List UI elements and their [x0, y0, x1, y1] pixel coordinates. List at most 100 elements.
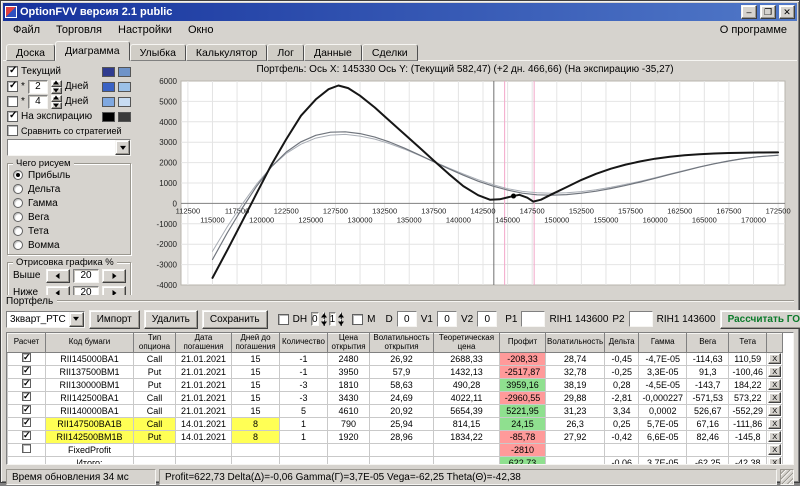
expiration-checkbox[interactable] [7, 111, 18, 122]
column-header[interactable]: Вега [687, 334, 729, 353]
spin-down-icon[interactable] [340, 319, 342, 326]
save-button[interactable]: Сохранить [202, 310, 268, 329]
dropdown-arrow-icon[interactable] [115, 140, 130, 155]
row-delete-button[interactable]: X [768, 405, 781, 416]
maximize-button[interactable]: ❐ [760, 5, 776, 19]
tab-item[interactable]: Сделки [362, 44, 418, 61]
days2-checkbox[interactable] [7, 81, 18, 92]
profit-chart[interactable]: 6000500040003000200010000-1000-2000-3000… [135, 77, 791, 289]
row-delete-button[interactable]: X [768, 431, 781, 442]
v1-input[interactable] [437, 311, 457, 327]
current-checkbox[interactable] [7, 66, 18, 77]
spin-up-icon[interactable] [51, 80, 62, 87]
draw-option[interactable]: Гамма [13, 196, 126, 210]
column-header[interactable]: Тип опциона [134, 334, 176, 353]
spin-down-icon[interactable] [323, 319, 325, 326]
row-delete-button[interactable]: X [768, 366, 781, 377]
menu-item[interactable]: Торговля [48, 23, 110, 37]
row-delete-button[interactable]: X [768, 457, 781, 465]
draw-option[interactable]: Дельта [13, 182, 126, 196]
column-header[interactable]: Количество [280, 334, 328, 353]
tab-item[interactable]: Улыбка [130, 44, 186, 61]
row-select-checkbox[interactable] [22, 379, 31, 388]
dropdown-arrow-icon[interactable] [69, 312, 84, 327]
close-button[interactable]: ✕ [779, 5, 795, 19]
days2-value[interactable]: 2 [28, 80, 48, 94]
row-select-checkbox[interactable] [22, 444, 31, 453]
expiration-color-swatch-2[interactable] [118, 112, 131, 122]
column-header[interactable]: Дней до погашения [232, 334, 280, 353]
draw-option[interactable]: Прибыль [13, 168, 126, 182]
row-select-checkbox[interactable] [22, 353, 31, 362]
row-delete-button[interactable]: X [768, 353, 781, 364]
row-select-checkbox[interactable] [22, 405, 31, 414]
draw-option[interactable]: Вомма [13, 238, 126, 252]
calculate-margin-button[interactable]: Рассчитать ГО [720, 310, 800, 329]
column-header[interactable]: Профит [500, 334, 546, 353]
column-header[interactable]: Расчет [8, 334, 46, 353]
p1-input[interactable] [521, 311, 545, 327]
tab-item[interactable]: Данные [304, 44, 362, 61]
row-delete-button[interactable]: X [768, 444, 781, 455]
tab-active[interactable]: Диаграмма [55, 41, 130, 61]
row-select-checkbox[interactable] [22, 431, 31, 440]
column-header[interactable] [767, 334, 783, 353]
column-header[interactable]: Гамма [639, 334, 687, 353]
days4-color-swatch-2[interactable] [118, 97, 131, 107]
days4-value[interactable]: 4 [28, 95, 48, 109]
dh-checkbox[interactable] [278, 314, 289, 325]
days4-color-swatch-1[interactable] [102, 97, 115, 107]
portfolio-preset-select[interactable]: 3кварт_РТС [6, 311, 85, 328]
dh-value-1[interactable]: 0 [311, 312, 319, 326]
column-header[interactable]: Цена открытия [328, 334, 370, 353]
menu-item[interactable]: Окно [180, 23, 222, 37]
row-delete-button[interactable]: X [768, 379, 781, 390]
days2-color-swatch-2[interactable] [118, 82, 131, 92]
spin-up-icon[interactable] [340, 312, 342, 319]
column-header[interactable]: Дата погашения [176, 334, 232, 353]
strategy-select[interactable] [7, 139, 131, 156]
row-delete-button[interactable]: X [768, 418, 781, 429]
row-select-checkbox[interactable] [22, 418, 31, 427]
v2-input[interactable] [477, 311, 497, 327]
column-header[interactable]: Тета [729, 334, 767, 353]
column-header[interactable]: Волатильность [546, 334, 605, 353]
minimize-button[interactable]: – [741, 5, 757, 19]
menu-item-about[interactable]: О программе [712, 23, 795, 37]
p2-input[interactable] [629, 311, 653, 327]
increase-icon[interactable] [102, 286, 126, 296]
row-select-checkbox[interactable] [22, 366, 31, 375]
draw-option[interactable]: Вега [13, 210, 126, 224]
decrease-icon[interactable] [46, 286, 70, 296]
increase-icon[interactable] [102, 269, 126, 283]
spin-up-icon[interactable] [323, 312, 325, 319]
column-header[interactable]: Код бумаги [46, 334, 134, 353]
row-select-checkbox[interactable] [22, 392, 31, 401]
row-delete-button[interactable]: X [768, 392, 781, 403]
dh-value-2[interactable]: 1 [329, 312, 337, 326]
column-header[interactable]: Дельта [605, 334, 639, 353]
render-below-value[interactable]: 20 [73, 286, 99, 296]
decrease-icon[interactable] [46, 269, 70, 283]
current-color-swatch-1[interactable] [102, 67, 115, 77]
menu-item[interactable]: Файл [5, 23, 48, 37]
delete-button[interactable]: Удалить [144, 310, 198, 329]
spin-down-icon[interactable] [51, 102, 62, 109]
import-button[interactable]: Импорт [89, 310, 140, 329]
tab-item[interactable]: Калькулятор [186, 44, 267, 61]
draw-option[interactable]: Тета [13, 224, 126, 238]
spin-up-icon[interactable] [51, 95, 62, 102]
expiration-color-swatch-1[interactable] [102, 112, 115, 122]
m-checkbox[interactable] [352, 314, 363, 325]
current-color-swatch-2[interactable] [118, 67, 131, 77]
d-input[interactable] [397, 311, 417, 327]
tab-item[interactable]: Доска [6, 44, 55, 61]
days4-checkbox[interactable] [7, 96, 18, 107]
days2-color-swatch-1[interactable] [102, 82, 115, 92]
render-above-value[interactable]: 20 [73, 269, 99, 283]
compare-strategy-checkbox[interactable] [7, 125, 18, 136]
column-header[interactable]: Волатильность открытия [370, 334, 434, 353]
tab-item[interactable]: Лог [267, 44, 304, 61]
column-header[interactable]: Теоретическая цена [434, 334, 500, 353]
menu-item[interactable]: Настройки [110, 23, 180, 37]
